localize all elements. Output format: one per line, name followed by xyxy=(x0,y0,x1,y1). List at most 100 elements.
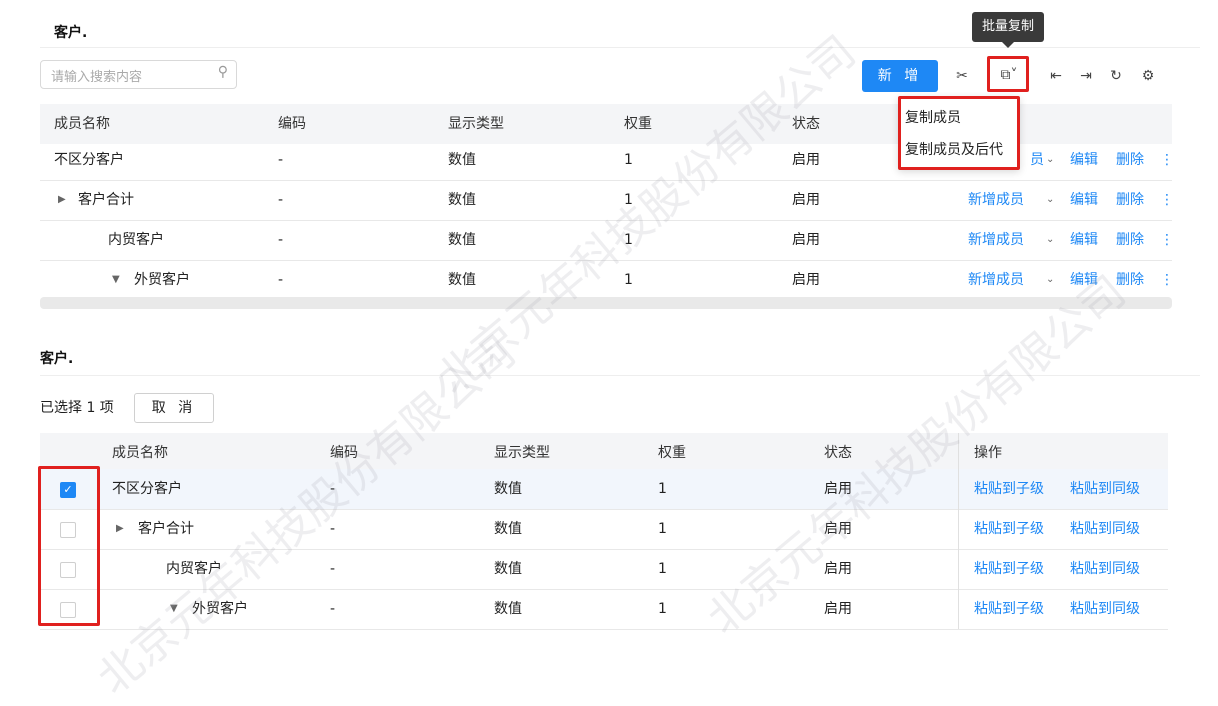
member-type: 数值 xyxy=(448,272,476,288)
member-status: 启用 xyxy=(792,272,820,288)
member-code: - xyxy=(278,272,284,288)
col-status: 状态 xyxy=(824,445,852,461)
edit-link[interactable]: 编辑 xyxy=(1070,220,1098,260)
delete-link[interactable]: 删除 xyxy=(1116,180,1144,220)
search-input[interactable]: 请输入搜索内容 ⚲ xyxy=(40,60,237,89)
member-name: 客户合计 xyxy=(78,192,134,208)
member-type: 数值 xyxy=(494,521,522,537)
batch-copy-dropdown: 复制成员 复制成员及后代 xyxy=(898,96,1020,170)
member-code: - xyxy=(330,561,336,577)
chevron-down-icon[interactable]: ⌄ xyxy=(1046,180,1054,220)
chevron-down-icon[interactable]: ⌄ xyxy=(1046,220,1054,260)
horizontal-scrollbar[interactable] xyxy=(40,297,1172,309)
copy-member-option[interactable]: 复制成员 xyxy=(905,107,961,127)
member-weight: 1 xyxy=(624,272,633,288)
collapse-icon[interactable]: ▼ xyxy=(112,260,120,300)
chevron-down-icon[interactable]: ⌄ xyxy=(1046,260,1054,300)
member-weight: 1 xyxy=(624,192,633,208)
member-status: 启用 xyxy=(792,152,820,168)
edit-link[interactable]: 编辑 xyxy=(1070,260,1098,300)
member-type: 数值 xyxy=(494,561,522,577)
delete-link[interactable]: 删除 xyxy=(1116,220,1144,260)
paste-sibling-link[interactable]: 粘贴到同级 xyxy=(1070,589,1140,629)
add-member-link[interactable]: 员 xyxy=(1030,140,1044,180)
member-status: 启用 xyxy=(824,521,852,537)
col-name: 成员名称 xyxy=(54,116,110,132)
expand-icon[interactable]: ▶ xyxy=(116,509,124,549)
batch-copy-button[interactable]: ⧉˅ xyxy=(987,56,1029,92)
more-icon[interactable]: ⋮ xyxy=(1160,220,1174,260)
settings-icon[interactable]: ⚙ xyxy=(1136,62,1160,90)
table-row: ▶ 客户合计 - 数值 1 启用 新增成员 ⌄ 编辑 删除 ⋮ xyxy=(40,180,1174,221)
edit-link[interactable]: 编辑 xyxy=(1070,140,1098,180)
chevron-down-icon[interactable]: ⌄ xyxy=(1046,140,1054,180)
member-code: - xyxy=(330,481,336,497)
page-title: 客户. xyxy=(40,351,74,367)
member-name: 内贸客户 xyxy=(108,232,164,248)
member-code: - xyxy=(278,192,284,208)
member-weight: 1 xyxy=(658,601,667,617)
search-icon: ⚲ xyxy=(217,64,228,80)
table-body: ✓ 不区分客户 - 数值 1 启用 粘贴到子级 粘贴到同级 ▶ 客户合计 - 数… xyxy=(40,469,1168,630)
member-type: 数值 xyxy=(494,481,522,497)
refresh-icon[interactable]: ↻ xyxy=(1104,62,1128,90)
table-row: 内贸客户 - 数值 1 启用 粘贴到子级 粘贴到同级 xyxy=(40,549,1168,590)
import-icon[interactable]: ⇤ xyxy=(1044,62,1068,90)
paste-child-link[interactable]: 粘贴到子级 xyxy=(974,509,1044,549)
col-type: 显示类型 xyxy=(494,445,550,461)
expand-icon[interactable]: ▶ xyxy=(58,180,66,220)
paste-sibling-link[interactable]: 粘贴到同级 xyxy=(1070,509,1140,549)
paste-sibling-link[interactable]: 粘贴到同级 xyxy=(1070,469,1140,509)
member-type: 数值 xyxy=(448,232,476,248)
search-placeholder: 请输入搜索内容 xyxy=(51,70,143,85)
edit-link[interactable]: 编辑 xyxy=(1070,180,1098,220)
table-row: ✓ 不区分客户 - 数值 1 启用 粘贴到子级 粘贴到同级 xyxy=(40,469,1168,510)
col-weight: 权重 xyxy=(624,116,652,132)
add-button[interactable]: 新 增 xyxy=(862,60,938,92)
table-row: ▼ 外贸客户 - 数值 1 启用 粘贴到子级 粘贴到同级 xyxy=(40,589,1168,630)
more-icon[interactable]: ⋮ xyxy=(1160,140,1174,180)
member-weight: 1 xyxy=(658,561,667,577)
add-member-link[interactable]: 新增成员 xyxy=(968,260,1024,300)
cancel-button[interactable]: 取 消 xyxy=(134,393,214,423)
member-code: - xyxy=(330,521,336,537)
col-weight: 权重 xyxy=(658,445,686,461)
table-row: 内贸客户 - 数值 1 启用 新增成员 ⌄ 编辑 删除 ⋮ xyxy=(40,220,1174,261)
column-divider xyxy=(958,433,959,473)
delete-link[interactable]: 删除 xyxy=(1116,140,1144,180)
paste-child-link[interactable]: 粘贴到子级 xyxy=(974,589,1044,629)
paste-child-link[interactable]: 粘贴到子级 xyxy=(974,549,1044,589)
more-icon[interactable]: ⋮ xyxy=(1160,180,1174,220)
collapse-icon[interactable]: ▼ xyxy=(170,589,178,629)
member-name: 内贸客户 xyxy=(166,561,222,577)
checkbox-highlight xyxy=(38,466,100,626)
divider xyxy=(40,47,1200,48)
member-status: 启用 xyxy=(792,232,820,248)
column-divider xyxy=(958,549,959,589)
member-type: 数值 xyxy=(448,192,476,208)
copy-member-descendants-option[interactable]: 复制成员及后代 xyxy=(905,139,1003,159)
more-icon[interactable]: ⋮ xyxy=(1160,260,1174,300)
member-status: 启用 xyxy=(824,561,852,577)
table-row: ▶ 客户合计 - 数值 1 启用 粘贴到子级 粘贴到同级 xyxy=(40,509,1168,550)
selection-count: 已选择 1 项 xyxy=(40,400,114,416)
col-type: 显示类型 xyxy=(448,116,504,132)
paste-child-link[interactable]: 粘贴到子级 xyxy=(974,469,1044,509)
export-icon[interactable]: ⇥ xyxy=(1074,62,1098,90)
add-member-link[interactable]: 新增成员 xyxy=(968,220,1024,260)
member-type: 数值 xyxy=(448,152,476,168)
delete-link[interactable]: 删除 xyxy=(1116,260,1144,300)
cut-icon[interactable]: ✂ xyxy=(950,62,974,90)
table-row: ▼ 外贸客户 - 数值 1 启用 新增成员 ⌄ 编辑 删除 ⋮ xyxy=(40,260,1174,300)
column-divider xyxy=(958,509,959,549)
batch-copy-tooltip: 批量复制 xyxy=(972,12,1044,48)
member-name: 客户合计 xyxy=(138,521,194,537)
column-divider xyxy=(958,469,959,509)
member-weight: 1 xyxy=(658,521,667,537)
col-status: 状态 xyxy=(792,116,820,132)
member-status: 启用 xyxy=(824,481,852,497)
member-status: 启用 xyxy=(824,601,852,617)
add-member-link[interactable]: 新增成员 xyxy=(968,180,1024,220)
member-weight: 1 xyxy=(624,152,633,168)
paste-sibling-link[interactable]: 粘贴到同级 xyxy=(1070,549,1140,589)
